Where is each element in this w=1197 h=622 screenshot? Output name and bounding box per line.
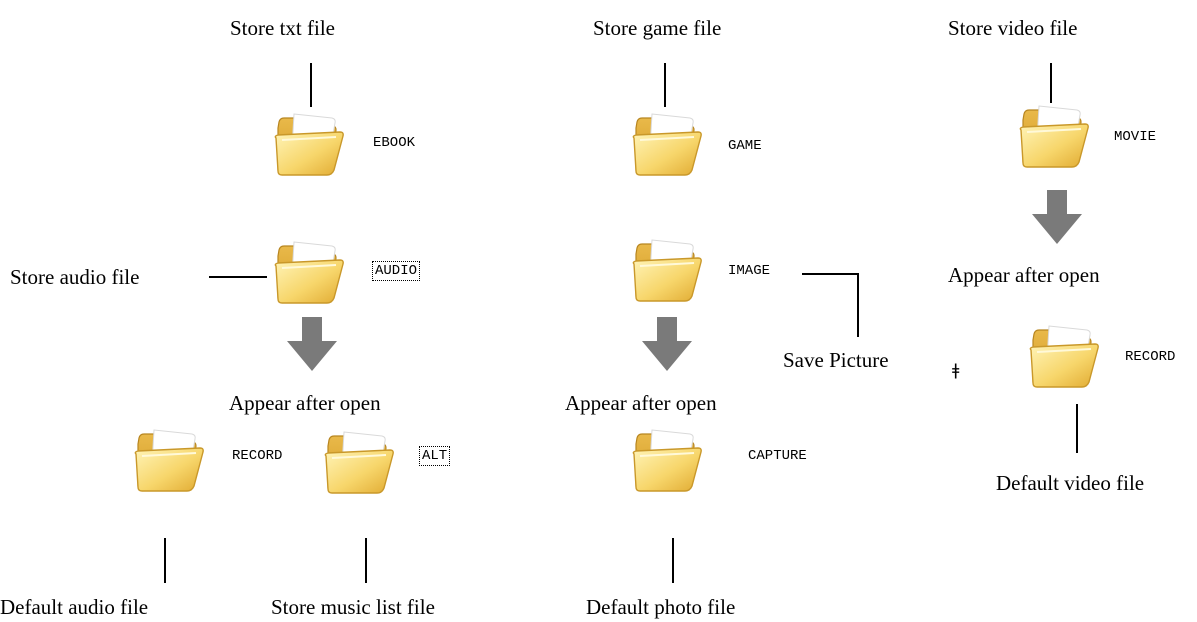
caption-default-video: Default video file: [996, 471, 1145, 495]
caption-store-audio: Store audio file: [10, 265, 140, 289]
caption-save-picture: Save Picture: [783, 348, 889, 372]
caption-default-photo: Default photo file: [586, 595, 736, 619]
folder-icon: [272, 236, 346, 308]
connector-line: [365, 538, 367, 583]
caption-appear-after-open-2: Appear after open: [565, 391, 717, 415]
folder-label-record-audio: RECORD: [232, 448, 283, 464]
arrow-down-icon: [1032, 190, 1082, 244]
connector-line: [672, 538, 674, 583]
folder-label-capture: CAPTURE: [748, 448, 807, 464]
folder-icon: [272, 108, 346, 180]
arrow-down-icon: [287, 317, 337, 371]
caption-appear-after-open-3: Appear after open: [948, 263, 1100, 287]
folder-icon: [322, 426, 396, 498]
caption-store-video: Store video file: [948, 16, 1078, 40]
folder-icon: [1027, 320, 1101, 392]
folder-label-ebook: EBOOK: [373, 135, 416, 151]
caption-appear-after-open-1: Appear after open: [229, 391, 381, 415]
folder-icon: [132, 424, 206, 496]
connector-line: [664, 63, 666, 107]
connector-line: [802, 273, 859, 275]
connector-line: [857, 273, 859, 337]
folder-label-image: IMAGE: [728, 263, 771, 279]
folder-label-record-video: RECORD: [1125, 349, 1176, 365]
connector-line: [310, 63, 312, 107]
caption-store-music-list: Store music list file: [271, 595, 435, 619]
connector-line: [164, 538, 166, 583]
folder-label-audio: AUDIO: [371, 261, 421, 281]
stray-mark: ǂ: [952, 360, 960, 379]
folder-label-alt: ALT: [418, 446, 451, 466]
folder-icon: [630, 424, 704, 496]
connector-line: [1050, 63, 1052, 103]
folder-icon: [630, 108, 704, 180]
arrow-down-icon: [642, 317, 692, 371]
caption-default-audio: Default audio file: [0, 595, 149, 619]
connector-line: [209, 276, 267, 278]
folder-label-movie: MOVIE: [1114, 129, 1157, 145]
folder-icon: [1017, 100, 1091, 172]
folder-label-game: GAME: [728, 138, 762, 154]
caption-store-txt: Store txt file: [230, 16, 335, 40]
connector-line: [1076, 404, 1078, 453]
caption-store-game: Store game file: [593, 16, 722, 40]
folder-icon: [630, 234, 704, 306]
